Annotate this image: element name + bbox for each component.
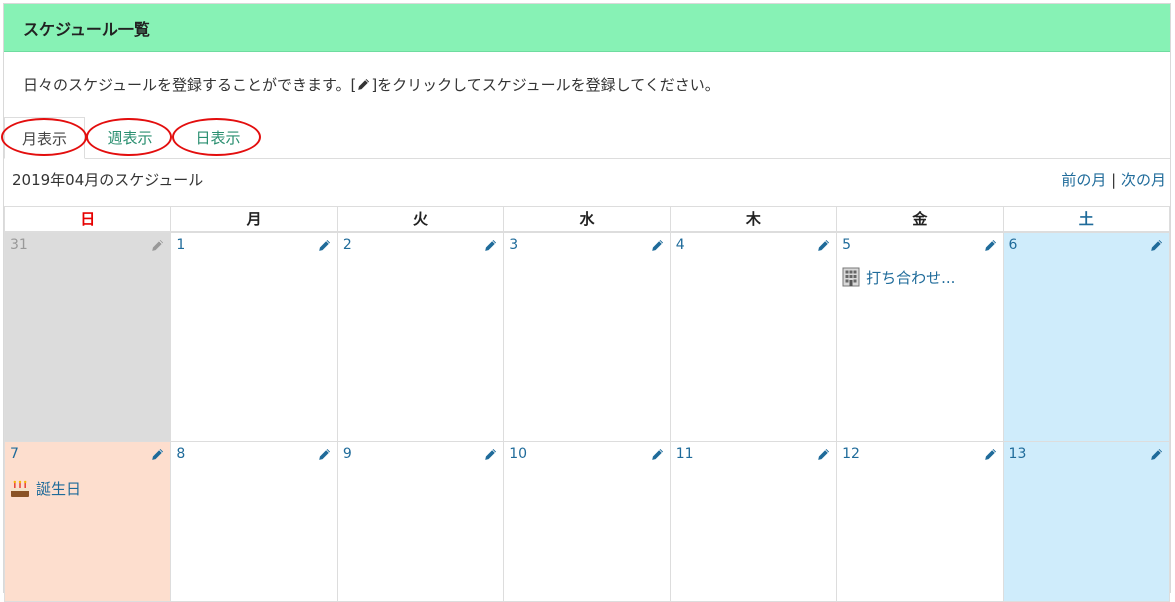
day-cell: 3	[503, 231, 671, 442]
month-title: 2019年04月のスケジュール	[12, 171, 204, 189]
intro-text-before: 日々のスケジュールを登録することができます。[	[23, 76, 357, 94]
day-cell: 2	[336, 231, 505, 442]
day-cell: 6	[1002, 231, 1171, 442]
pencil-icon[interactable]	[318, 448, 331, 461]
schedule-panel: スケジュール一覧 日々のスケジュールを登録することができます。[ ]をクリックして…	[1, 3, 1171, 602]
weekday-tue: 火	[336, 206, 505, 233]
pencil-icon[interactable]	[484, 448, 497, 461]
pencil-icon[interactable]	[651, 239, 664, 252]
weekday-wed: 水	[503, 206, 671, 233]
tab-month[interactable]: 月表示	[4, 117, 85, 159]
day-number[interactable]: 9	[343, 446, 352, 462]
pencil-icon[interactable]	[817, 239, 830, 252]
day-cell: 8	[170, 441, 338, 602]
weekday-header-row: 日 月 火 水 木 金 土	[3, 206, 1171, 233]
panel-title: スケジュール一覧	[4, 4, 1170, 52]
week-row: 31 1 2 3 4 5 打ち合わせ... 6	[3, 231, 1171, 442]
day-number[interactable]: 11	[676, 446, 694, 462]
event-title: 打ち合わせ...	[866, 268, 956, 287]
building-icon	[842, 267, 860, 287]
day-number[interactable]: 2	[343, 237, 352, 253]
pencil-icon[interactable]	[1150, 239, 1163, 252]
day-number[interactable]: 1	[176, 237, 185, 253]
month-calendar: 日 月 火 水 木 金 土 31 1 2 3 4 5 打ち合わせ... 6 7 …	[3, 206, 1171, 602]
next-month-link[interactable]: 次の月	[1121, 171, 1166, 189]
pencil-icon[interactable]	[151, 239, 164, 252]
day-number[interactable]: 12	[842, 446, 860, 462]
day-number[interactable]: 7	[10, 446, 19, 462]
day-cell: 12	[836, 441, 1004, 602]
day-cell: 1	[170, 231, 338, 442]
day-number[interactable]: 6	[1009, 237, 1018, 253]
day-cell: 4	[669, 231, 838, 442]
day-number[interactable]: 4	[676, 237, 685, 253]
prev-month-link[interactable]: 前の月	[1061, 171, 1106, 189]
day-number[interactable]: 3	[509, 237, 518, 253]
month-nav-separator: |	[1111, 171, 1117, 189]
pencil-icon[interactable]	[318, 239, 331, 252]
weekday-sun: 日	[3, 206, 172, 233]
event-title: 誕生日	[36, 480, 82, 498]
weekday-sat: 土	[1002, 206, 1171, 233]
day-number: 31	[10, 236, 28, 253]
day-cell: 9	[336, 441, 505, 602]
day-cell: 13	[1002, 441, 1171, 602]
day-number[interactable]: 13	[1009, 446, 1027, 462]
tab-day[interactable]: 日表示	[174, 117, 262, 158]
tab-week[interactable]: 週表示	[88, 117, 172, 158]
pencil-icon[interactable]	[151, 448, 164, 461]
day-cell: 5 打ち合わせ...	[836, 231, 1004, 442]
event-meeting[interactable]: 打ち合わせ...	[842, 267, 955, 288]
pencil-icon[interactable]	[984, 448, 997, 461]
weekday-thu: 木	[669, 206, 838, 233]
weekday-mon: 月	[170, 206, 338, 233]
day-cell: 7 誕生日	[3, 441, 172, 602]
intro-text: 日々のスケジュールを登録することができます。[ ]をクリックしてスケジュールを登録…	[23, 74, 720, 95]
pencil-icon[interactable]	[484, 239, 497, 252]
pencil-icon[interactable]	[1150, 448, 1163, 461]
week-row: 7 誕生日 8 9 10 11 12 13	[3, 441, 1171, 602]
month-nav: 前の月 | 次の月	[1061, 169, 1166, 190]
day-number[interactable]: 5	[842, 237, 851, 253]
day-cell: 31	[3, 231, 172, 442]
intro-text-after: ]をクリックしてスケジュールを登録してください。	[371, 76, 720, 94]
event-birthday[interactable]: 誕生日	[10, 478, 81, 499]
day-cell: 10	[503, 441, 671, 602]
day-cell: 11	[669, 441, 838, 602]
day-number[interactable]: 8	[176, 446, 185, 462]
day-number[interactable]: 10	[509, 446, 527, 462]
weekday-fri: 金	[836, 206, 1004, 233]
pencil-icon[interactable]	[817, 448, 830, 461]
view-tabs: 月表示 週表示 日表示	[4, 117, 1170, 159]
pencil-icon[interactable]	[651, 448, 664, 461]
pencil-icon[interactable]	[984, 239, 997, 252]
pencil-icon	[357, 78, 370, 91]
cake-icon	[11, 480, 29, 497]
